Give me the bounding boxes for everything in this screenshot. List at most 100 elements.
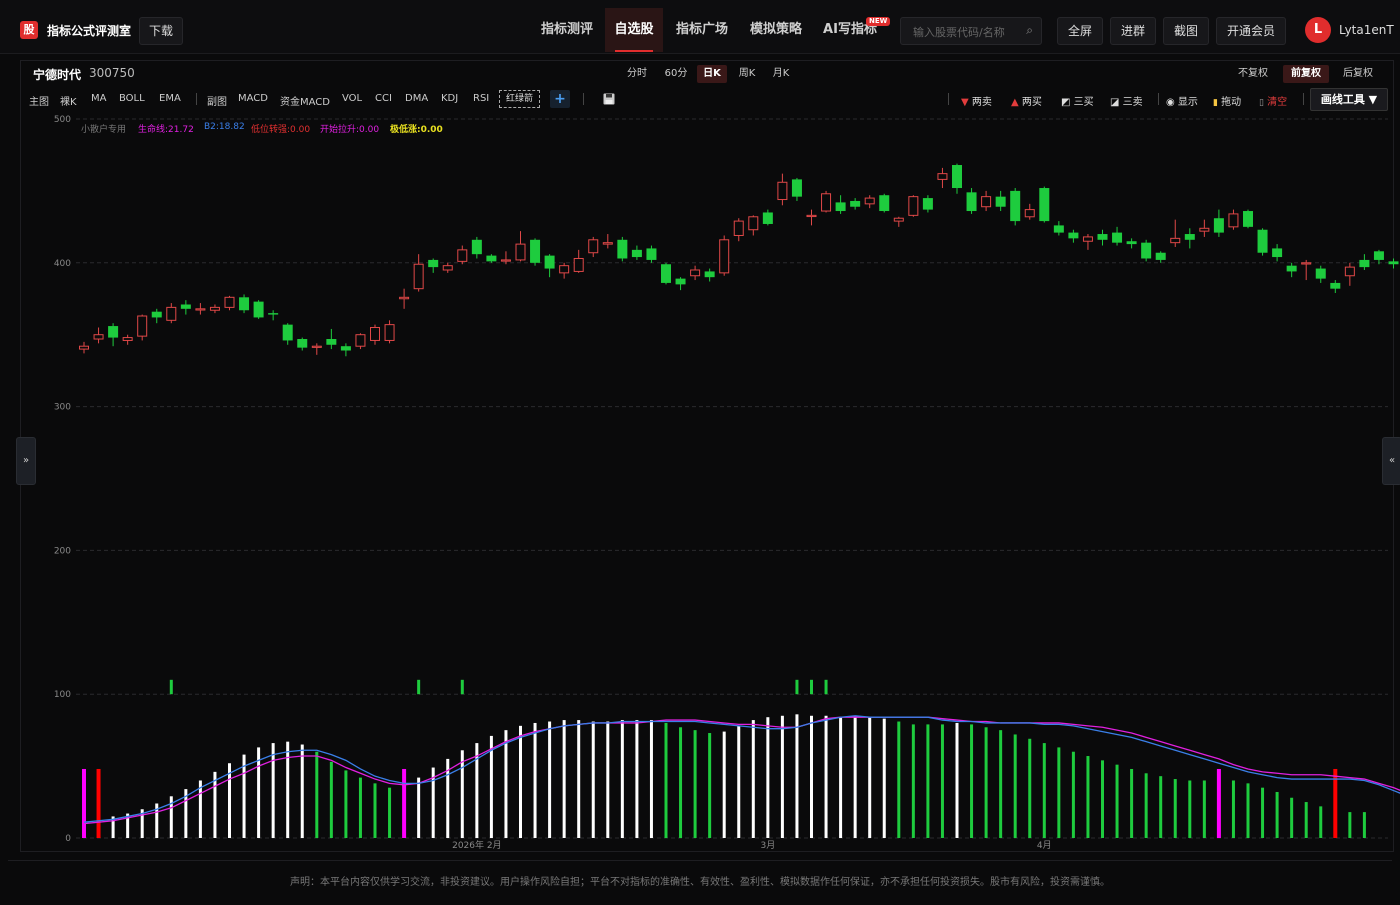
- candle-body-down: [428, 259, 439, 268]
- candle-body-down: [1286, 265, 1297, 272]
- candle-body-down: [297, 339, 308, 348]
- x-tick-label: 4月: [1037, 840, 1052, 851]
- extreme-low-signal: [795, 679, 799, 695]
- expand-right-button[interactable]: «: [1382, 437, 1400, 485]
- histogram-bar: [1188, 780, 1192, 838]
- extreme-low-signal: [460, 679, 464, 695]
- histogram-bar: [1246, 783, 1250, 838]
- histogram-bar: [940, 724, 944, 838]
- histogram-bar: [577, 720, 581, 838]
- candle-body-down: [791, 179, 802, 197]
- histogram-bar: [795, 714, 799, 838]
- histogram-bar: [926, 724, 930, 838]
- candle-body-down: [544, 255, 555, 269]
- candle-body-up: [937, 173, 948, 180]
- candlestick-chart[interactable]: 0 100 200 300 400 500 2026年 2月 3月 4月: [0, 0, 1400, 900]
- histogram-bar: [460, 750, 464, 838]
- histogram-bar: [533, 722, 537, 838]
- histogram-bar: [620, 720, 624, 838]
- histogram-bar: [402, 768, 407, 838]
- candle-body-down: [1243, 211, 1253, 227]
- histogram-bar: [1173, 779, 1177, 838]
- x-tick-label: 3月: [760, 840, 775, 851]
- candle-body-down: [486, 255, 497, 262]
- lifeline-series: [83, 716, 1400, 825]
- candle-body-down: [253, 301, 264, 318]
- candle-body-up: [573, 257, 584, 272]
- candle-body-down: [1373, 251, 1384, 260]
- candle-body-down: [675, 278, 686, 285]
- histogram-bar: [635, 720, 639, 838]
- histogram-bar: [344, 770, 348, 838]
- candle-body-down: [1097, 234, 1108, 240]
- y-tick-label: 300: [54, 403, 71, 413]
- histogram-bar: [780, 715, 784, 838]
- candle-body-down: [471, 239, 482, 255]
- candle-body-down: [661, 264, 671, 283]
- extreme-low-signal: [824, 679, 828, 695]
- histogram-bar: [882, 718, 886, 838]
- histogram-bar: [1261, 787, 1265, 838]
- candle-body-up: [122, 337, 133, 341]
- expand-left-button[interactable]: »: [16, 437, 36, 485]
- candle-body-down: [326, 339, 337, 345]
- histogram-bar: [824, 715, 828, 838]
- histogram-bar: [1362, 812, 1366, 838]
- y-tick-label: 0: [65, 834, 71, 844]
- candle-body-up: [195, 308, 206, 311]
- histogram-bar: [751, 720, 755, 838]
- histogram-bar: [271, 743, 275, 838]
- candle-body-up: [355, 334, 366, 347]
- histogram-bar: [911, 724, 915, 838]
- y-tick-label: 400: [54, 259, 71, 269]
- candle-body-down: [762, 212, 773, 224]
- candle-body-down: [966, 192, 977, 212]
- candle-body-up: [777, 181, 788, 201]
- histogram-bar: [358, 777, 362, 838]
- candle-body-up: [515, 243, 526, 261]
- candle-body-up: [602, 242, 613, 245]
- candle-body-down: [952, 165, 962, 189]
- candle-body-up: [1170, 237, 1181, 244]
- candle-body-up: [384, 324, 395, 341]
- histogram-bar: [504, 730, 508, 838]
- candle-body-up: [457, 249, 468, 262]
- candle-body-up: [908, 196, 919, 216]
- candle-body-down: [1112, 232, 1123, 243]
- histogram-bar: [1057, 747, 1061, 838]
- candle-body-down: [1272, 248, 1283, 258]
- histogram-bar: [373, 783, 377, 838]
- b2-series: [83, 715, 1400, 823]
- histogram-bar: [737, 725, 741, 838]
- histogram-bar: [1231, 780, 1235, 838]
- candle-body-up: [864, 197, 875, 205]
- y-tick-label: 100: [54, 690, 71, 700]
- candle-body-down: [922, 198, 933, 210]
- histogram-bar: [329, 761, 333, 838]
- candle-body-up: [821, 193, 832, 212]
- candle-body-down: [268, 313, 279, 315]
- histogram-bar: [1130, 768, 1134, 838]
- candle-body-down: [282, 324, 293, 341]
- candle-body-up: [93, 334, 104, 340]
- histogram-bar: [722, 731, 726, 838]
- histogram-bar: [897, 721, 901, 838]
- candle-body-up: [719, 239, 730, 274]
- candle-body-down: [1068, 232, 1079, 239]
- extreme-low-signal: [169, 679, 173, 695]
- candle-body-up: [1024, 209, 1035, 218]
- y-tick-label: 500: [54, 115, 71, 125]
- histogram-bar: [766, 717, 770, 838]
- candle-body-up: [559, 265, 570, 274]
- candle-body-down: [646, 248, 657, 260]
- extreme-low-signal: [417, 679, 421, 695]
- histogram-bar: [198, 780, 202, 838]
- histogram-bar: [1086, 756, 1090, 838]
- candle-body-down: [1330, 282, 1341, 289]
- candle-body-down: [617, 239, 628, 259]
- candle-body-up: [399, 296, 410, 300]
- candle-body-down: [180, 304, 191, 309]
- low-turn-strong-bar: [96, 768, 101, 838]
- candle-body-up: [588, 239, 599, 254]
- candle-body-down: [1155, 252, 1166, 260]
